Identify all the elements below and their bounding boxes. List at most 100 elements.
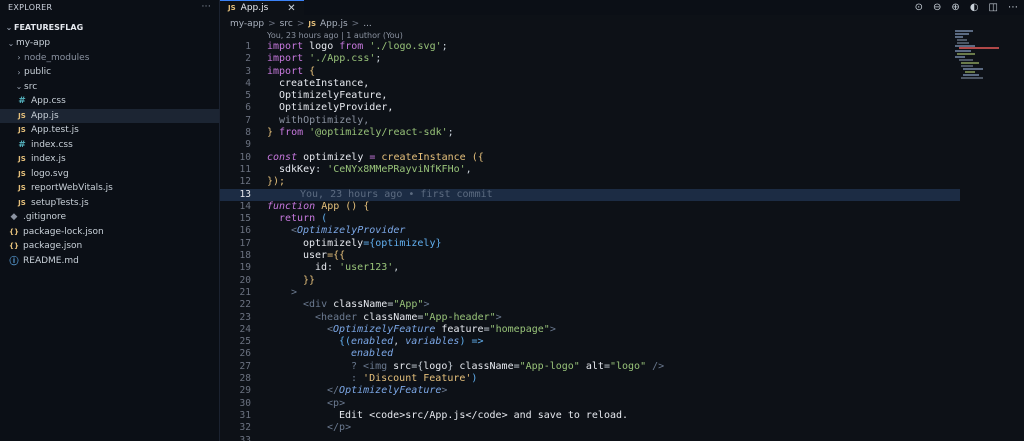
file-logo-svg[interactable]: JS logo.svg (0, 167, 219, 182)
project-folder[interactable]: ⌄ FEATURESFLAG (0, 18, 219, 36)
line-number: 20 (239, 274, 251, 286)
file-app-css[interactable]: # App.css (0, 94, 219, 109)
info-file-icon: ⓘ (9, 257, 19, 268)
line-number: 27 (239, 360, 251, 372)
folder-public[interactable]: › public (0, 65, 219, 80)
code-line: 32 </p> (220, 422, 960, 434)
breadcrumb-my-app[interactable]: my-app (230, 19, 264, 29)
line-number: 21 (239, 286, 251, 298)
line-number: 32 (239, 422, 251, 434)
code-editor[interactable]: 1 import logo from './logo.svg'; 2 import … (220, 41, 960, 441)
line-number: 22 (239, 299, 251, 311)
line-number: 9 (245, 139, 251, 151)
js-file-icon: JS (18, 198, 26, 207)
go-forward-icon[interactable]: ⊕ (951, 2, 959, 13)
code-line: 33 (220, 435, 960, 441)
git-file-icon: ◆ (10, 212, 18, 223)
timeline-icon[interactable]: ◐ (970, 2, 979, 13)
file-readme-md[interactable]: ⓘ README.md (0, 254, 219, 269)
file-package-lock-json[interactable]: {} package-lock.json (0, 225, 219, 240)
code-line: 6 OptimizelyProvider, (220, 102, 960, 114)
css-file-icon: # (18, 96, 26, 107)
code-line: 30 <p> (220, 398, 960, 410)
file-index-css[interactable]: # index.css (0, 138, 219, 153)
line-number: 28 (239, 373, 251, 385)
js-file-icon: JS (18, 155, 26, 164)
breadcrumb-file[interactable]: App.js (320, 19, 348, 29)
file-report-web-vitals-js[interactable]: JS reportWebVitals.js (0, 181, 219, 196)
editor-tab-bar: JS App.js ✕ ⊙ ⊖ ⊕ ◐ ◫ ⋯ (220, 0, 1024, 15)
inline-blame: You, 23 hours ago • first commit (300, 188, 493, 200)
line-number: 7 (245, 114, 251, 126)
chevron-down-icon: ⌄ (15, 82, 23, 92)
js-file-icon: JS (18, 126, 26, 135)
file-index-js[interactable]: JS index.js (0, 152, 219, 167)
explorer-sidebar: EXPLORER ··· ⌄ FEATURESFLAG ⌄ my-app › n… (0, 0, 220, 441)
line-number: 29 (239, 385, 251, 397)
file-app-js[interactable]: JS App.js (0, 108, 219, 123)
code-line: 18 user={{ (220, 250, 960, 262)
js-file-icon: JS (18, 111, 26, 120)
line-number: 12 (239, 176, 251, 188)
folder-node-modules[interactable]: › node_modules (0, 51, 219, 66)
breadcrumb-separator: > (296, 19, 305, 29)
code-line: 10 const optimizely = createInstance ({ (220, 152, 960, 164)
code-line: 1 import logo from './logo.svg'; (220, 41, 960, 53)
line-number: 26 (239, 348, 251, 360)
breadcrumb-symbols[interactable]: ... (363, 19, 372, 29)
json-file-icon: {} (9, 242, 19, 251)
line-number: 2 (245, 53, 251, 65)
code-line: 28: 'Discount Feature') (220, 373, 960, 385)
more-actions-icon[interactable]: ⋯ (1008, 2, 1018, 13)
code-line: 5 OptimizelyFeature, (220, 90, 960, 102)
project-name: FEATURESFLAG (14, 22, 84, 32)
tab-app-js[interactable]: JS App.js ✕ (220, 0, 304, 15)
code-line: 27? <img src={logo} className="App-logo"… (220, 361, 960, 373)
folder-src[interactable]: ⌄ src (0, 80, 219, 95)
line-number: 24 (239, 323, 251, 335)
chevron-down-icon: ⌄ (5, 22, 13, 32)
folder-my-app[interactable]: ⌄ my-app (0, 36, 219, 51)
code-line: 20}} (220, 275, 960, 287)
code-line: 11 sdkKey: 'CeNYx8MMePRayviNfKFHo', (220, 164, 960, 176)
code-line: 22 <div className="App"> (220, 299, 960, 311)
line-number: 30 (239, 397, 251, 409)
go-back-icon[interactable]: ⊖ (933, 2, 941, 13)
code-line: 8} from '@optimizely/react-sdk'; (220, 127, 960, 139)
close-icon[interactable]: ✕ (287, 3, 295, 14)
code-line: 29 </OptimizelyFeature> (220, 385, 960, 397)
breadcrumb-src[interactable]: src (280, 19, 293, 29)
code-line: 15 return ( (220, 213, 960, 225)
file-package-json[interactable]: {} package.json (0, 239, 219, 254)
code-line: 24 <OptimizelyFeature feature="homepage"> (220, 324, 960, 336)
line-number: 6 (245, 102, 251, 114)
js-file-icon: JS (228, 4, 236, 12)
line-number: 15 (239, 213, 251, 225)
split-editor-icon[interactable]: ◫ (989, 2, 998, 13)
minimap[interactable] (955, 28, 1005, 88)
line-number: 18 (239, 250, 251, 262)
code-line: 4 createInstance, (220, 78, 960, 90)
svg-file-icon: JS (18, 169, 26, 178)
chevron-right-icon: › (17, 67, 21, 77)
file-app-test-js[interactable]: JS App.test.js (0, 123, 219, 138)
code-line: 9 (220, 139, 960, 151)
css-file-icon: # (18, 139, 26, 150)
chevron-right-icon: › (17, 53, 21, 63)
code-line: 31 Edit <code>src/App.js</code> and save … (220, 410, 960, 422)
code-line: 7 withOptimizely, (220, 115, 960, 127)
line-number: 16 (239, 225, 251, 237)
file-gitignore[interactable]: ◆ .gitignore (0, 210, 219, 225)
breadcrumb: my-app > src > JS App.js > ... (230, 17, 372, 31)
file-setup-tests-js[interactable]: JS setupTests.js (0, 196, 219, 211)
line-number: 33 (239, 434, 251, 441)
line-number: 19 (239, 262, 251, 274)
code-line: 12}); (220, 176, 960, 188)
git-compare-icon[interactable]: ⊙ (915, 2, 923, 13)
line-number: 17 (239, 237, 251, 249)
line-number: 25 (239, 336, 251, 348)
editor-actions: ⊙ ⊖ ⊕ ◐ ◫ ⋯ (915, 0, 1018, 15)
line-number: 10 (239, 151, 251, 163)
more-actions-icon[interactable]: ··· (202, 2, 211, 12)
js-file-icon: JS (18, 184, 26, 193)
